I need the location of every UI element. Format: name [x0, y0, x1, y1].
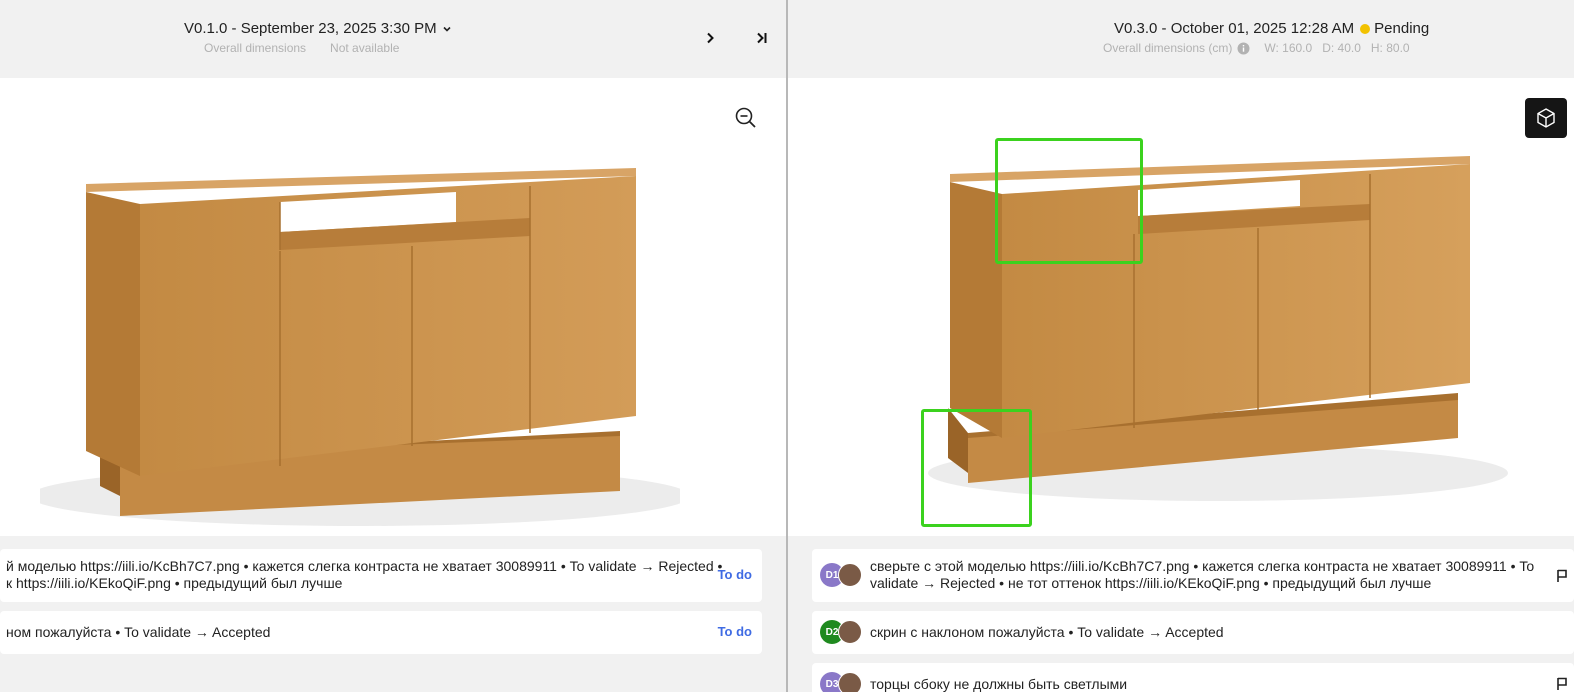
comment-line: й моделью https://iili.io/KcBh7C7.png • … [6, 558, 723, 574]
comment-avatars: D1 [820, 563, 862, 587]
comment-item[interactable]: D3 торцы сбоку не должны быть светлыми [812, 663, 1574, 692]
right-image-viewer[interactable] [788, 78, 1574, 536]
left-version-pane: V0.1.0 - September 23, 2025 3:30 PM Over… [0, 0, 786, 692]
dim-width: W: 160.0 [1264, 41, 1313, 55]
left-header: V0.1.0 - September 23, 2025 3:30 PM Over… [0, 0, 786, 78]
comment-line: к https://iili.io/KEkoQiF.png • предыдущ… [6, 575, 343, 591]
comment-text: торцы сбоку не должны быть светлыми [870, 676, 1128, 692]
comment-line: сверьте с этой моделью https://iili.io/K… [870, 558, 1535, 574]
avatar [838, 563, 862, 587]
comment-item[interactable]: D2 скрин с наклоном пожалуйста • To vali… [812, 611, 1574, 654]
right-dimensions: Overall dimensions (cm) W: 160.0 D: 40.0… [1103, 41, 1410, 55]
skip-last-icon [757, 32, 767, 44]
comment-item[interactable]: й моделью https://iili.io/KcBh7C7.png • … [0, 549, 762, 602]
right-version-info: V0.3.0 - October 01, 2025 12:28 AM Pendi… [1114, 20, 1429, 37]
right-version-pane: V0.3.0 - October 01, 2025 12:28 AM Pendi… [788, 0, 1574, 692]
comment-text: сверьте с этой моделью https://iili.io/K… [870, 558, 1534, 592]
right-version-title: V0.3.0 - October 01, 2025 12:28 AM [1114, 20, 1355, 37]
comment-avatars: D3 [820, 672, 862, 692]
last-version-button[interactable] [750, 27, 774, 49]
dim-depth: D: 40.0 [1322, 41, 1361, 55]
status-dot [1360, 23, 1371, 34]
view-3d-button[interactable] [1525, 98, 1567, 138]
avatar [838, 620, 862, 644]
comment-text: й моделью https://iili.io/KcBh7C7.png • … [6, 558, 722, 592]
todo-status-button[interactable]: To do [718, 567, 752, 582]
chevron-right-icon [707, 32, 714, 44]
cabinet-image [40, 168, 680, 526]
comment-text: скрин с наклоном пожалуйста • To validat… [870, 624, 1224, 640]
left-image-viewer[interactable] [0, 78, 786, 536]
comment-item[interactable]: D1 сверьте с этой моделью https://iili.i… [812, 549, 1574, 602]
flag-icon[interactable] [1556, 569, 1568, 583]
comment-avatars: D2 [820, 620, 862, 644]
left-dims-label: Overall dimensions [204, 41, 307, 55]
left-version-selector[interactable]: V0.1.0 - September 23, 2025 3:30 PM [184, 20, 453, 37]
dim-height: H: 80.0 [1370, 41, 1410, 55]
right-header: V0.3.0 - October 01, 2025 12:28 AM Pendi… [788, 0, 1574, 78]
next-version-button[interactable] [698, 27, 722, 49]
left-dimensions: Overall dimensions Not available [204, 41, 399, 55]
zoom-out-icon [735, 107, 756, 128]
info-icon[interactable] [1237, 42, 1250, 55]
annotation-box-d2[interactable] [921, 409, 1032, 527]
comment-item[interactable]: ном пожалуйста • To validate → Accepted … [0, 611, 762, 654]
zoom-out-button[interactable] [734, 106, 758, 130]
avatar [838, 672, 862, 692]
right-dims-label: Overall dimensions (cm) [1103, 41, 1233, 55]
annotation-box-d1[interactable] [995, 138, 1143, 264]
flag-icon[interactable] [1556, 677, 1568, 691]
left-dims-value: Not available [330, 41, 400, 55]
chevron-down-icon [443, 26, 451, 32]
comment-text: ном пожалуйста • To validate → Accepted [6, 624, 271, 640]
cube-3d-icon [1537, 108, 1555, 128]
left-version-title: V0.1.0 - September 23, 2025 3:30 PM [184, 20, 437, 37]
comment-line: validate → Rejected • не тот оттенок htt… [870, 575, 1432, 591]
todo-status-button[interactable]: To do [718, 624, 752, 639]
status-badge: Pending [1374, 20, 1430, 37]
